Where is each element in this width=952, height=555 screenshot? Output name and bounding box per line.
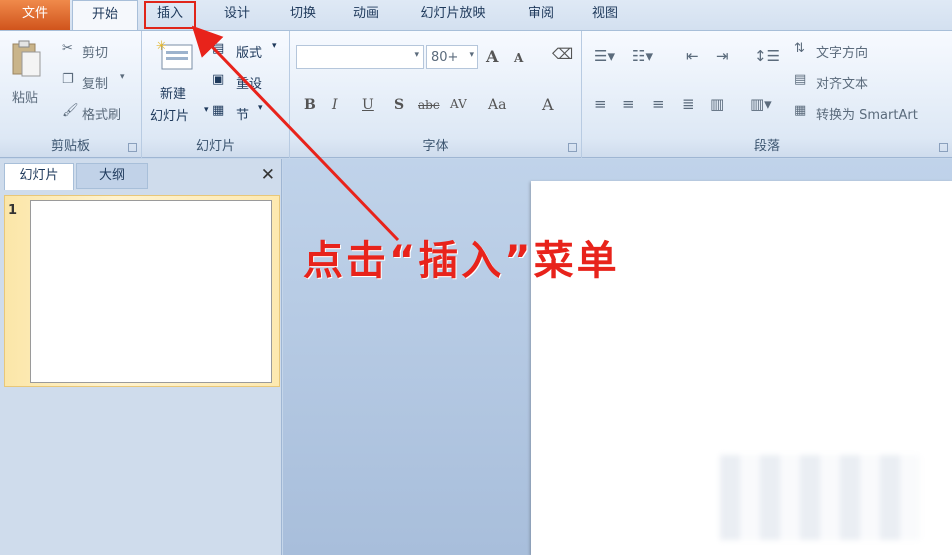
dialog-launcher-icon[interactable] [939,143,948,152]
chevron-down-icon: ▾ [272,41,277,51]
reset-label: 重设 [236,77,263,92]
decrease-indent-icon[interactable]: ⇤ [686,47,699,65]
new-slide-icon: ✳ [156,39,193,70]
font-size-value: 80+ [431,50,459,65]
text-direction-button[interactable]: ⇅ 文字方向 [794,41,944,61]
font-color-button[interactable]: A [542,95,554,114]
line-spacing-icon[interactable]: ↕☰ [754,47,780,65]
dialog-launcher-icon[interactable] [568,143,577,152]
shrink-font-button[interactable]: A [514,51,523,65]
paste-button[interactable]: 粘贴 [6,37,48,123]
underline-button[interactable]: U [362,97,374,113]
align-text-icon: ▤ [794,72,807,87]
align-left-icon[interactable]: ≡ [594,95,607,113]
format-painter-label: 格式刷 [82,108,122,123]
tab-transitions[interactable]: 切换 [278,0,328,30]
chevron-down-icon: ▾ [469,50,474,60]
font-name-combo[interactable]: ▾ [296,45,424,69]
slides-pane: 幻灯片 大纲 ✕ 1 [0,159,282,555]
clipboard-group: 粘贴 ✂ 剪切 ❐ 复制 ▾ 🖌 格式刷 剪贴板 [0,31,142,158]
tab-design[interactable]: 设计 [212,0,262,30]
layout-icon: ▤ [212,41,225,56]
section-icon: ▦ [212,103,225,118]
clipboard-group-label: 剪贴板 [50,139,90,154]
align-text-label: 对齐文本 [816,77,869,92]
tab-view[interactable]: 视图 [582,0,628,30]
tab-slides-pane[interactable]: 幻灯片 [4,163,74,190]
align-right-icon[interactable]: ≡ [652,95,665,113]
char-spacing-button[interactable]: AV [450,97,467,111]
numbering-icon[interactable]: ☷▾ [632,47,653,65]
chevron-down-icon: ▾ [258,103,263,113]
reset-button[interactable]: ▣ 重设 [212,72,284,92]
scissors-icon: ✂ [62,41,73,56]
font-group-label: 字体 [422,139,449,154]
paste-label: 粘贴 [12,91,39,106]
slides-group-label: 幻灯片 [195,139,235,154]
ribbon-tab-bar: 文件 开始 插入 设计 切换 动画 幻灯片放映 审阅 视图 [0,0,952,31]
svg-text:✳: ✳ [156,39,167,54]
section-label: 节 [236,108,250,123]
copy-label: 复制 [82,77,109,92]
slide-number: 1 [8,203,18,218]
justify-icon[interactable]: ≣ [682,95,695,113]
tab-animations[interactable]: 动画 [340,0,392,30]
ribbon: 粘贴 ✂ 剪切 ❐ 复制 ▾ 🖌 格式刷 剪贴板 ✳ 新建 幻灯片 ▾ ▤ 版式… [0,30,952,158]
smartart-icon: ▦ [794,103,807,118]
paragraph-group-label: 段落 [753,139,780,154]
layout-label: 版式 [236,46,263,61]
cut-button[interactable]: ✂ 剪切 [62,41,132,61]
close-icon[interactable]: ✕ [261,165,275,185]
grow-font-button[interactable]: A [486,47,498,66]
font-size-combo[interactable]: 80+ ▾ [426,45,478,69]
increase-indent-icon[interactable]: ⇥ [716,47,729,65]
text-direction-icon: ⇅ [794,41,805,56]
bullets-icon[interactable]: ☰▾ [594,47,615,65]
new-slide-label-line2: 幻灯片 [150,109,190,124]
shadow-button[interactable]: S [394,97,404,113]
font-group: ▾ 80+ ▾ A A ⌫ B I U S abc AV Aa A 字体 [290,31,582,158]
chevron-down-icon: ▾ [120,72,125,82]
tab-review[interactable]: 审阅 [518,0,564,30]
paragraph-group: ☰▾ ☷▾ ⇤ ⇥ ↕☰ ⇅ 文字方向 ▤ 对齐文本 ▦ 转换为 SmartAr… [582,31,952,158]
tab-outline-pane[interactable]: 大纲 [76,163,148,189]
annotation-text: 点击“插入”菜单 [303,238,620,284]
tab-file[interactable]: 文件 [0,0,70,30]
smartart-button[interactable]: ▦ 转换为 SmartArt [794,103,950,123]
new-slide-button[interactable]: ✳ 新建 幻灯片 ▾ [148,37,209,129]
bold-button[interactable]: B [304,97,316,113]
layout-button[interactable]: ▤ 版式 ▾ [212,41,284,61]
slide-thumbnail[interactable] [30,200,272,383]
clear-format-icon[interactable]: ⌫ [552,45,573,63]
columns-icon[interactable]: ▥▾ [750,95,772,113]
dialog-launcher-icon[interactable] [128,143,137,152]
format-painter-button[interactable]: 🖌 格式刷 [62,103,138,123]
insert-highlight-box [144,1,196,29]
tab-home[interactable]: 开始 [72,0,138,31]
tab-slideshow[interactable]: 幻灯片放映 [408,0,498,30]
italic-button[interactable]: I [332,97,338,113]
cut-label: 剪切 [82,46,109,61]
copy-button[interactable]: ❐ 复制 ▾ [62,72,138,92]
section-button[interactable]: ▦ 节 ▾ [212,103,284,123]
distribute-icon[interactable]: ▥ [710,95,724,113]
text-direction-label: 文字方向 [816,46,869,61]
align-center-icon[interactable]: ≡ [622,95,635,113]
align-text-button[interactable]: ▤ 对齐文本 [794,72,944,92]
smartart-label: 转换为 SmartArt [816,108,918,123]
chevron-down-icon: ▾ [414,50,419,60]
new-slide-label-line1: 新建 [160,87,187,102]
chevron-down-icon: ▾ [204,105,209,115]
reset-icon: ▣ [212,72,225,87]
brush-icon: 🖌 [62,103,79,118]
copy-icon: ❐ [62,72,74,87]
watermark [720,455,920,540]
slides-group: ✳ 新建 幻灯片 ▾ ▤ 版式 ▾ ▣ 重设 ▦ 节 ▾ 幻灯片 [142,31,290,158]
strikethrough-button[interactable]: abc [418,98,440,112]
change-case-button[interactable]: Aa [488,97,506,113]
paste-icon [12,40,41,77]
